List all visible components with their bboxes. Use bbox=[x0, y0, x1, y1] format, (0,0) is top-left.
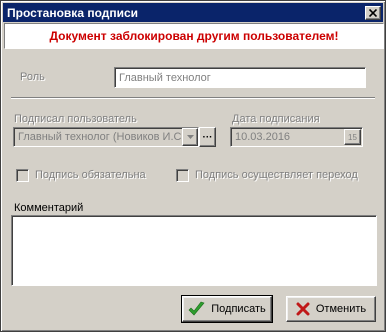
title-bar[interactable]: Простановка подписи bbox=[3, 3, 383, 22]
separator bbox=[11, 97, 375, 99]
signer-value: Главный технолог (Новиков И.С.) bbox=[18, 131, 189, 143]
signer-select[interactable]: Главный технолог (Новиков И.С.) bbox=[13, 127, 199, 147]
cancel-button[interactable]: Отменить bbox=[286, 296, 376, 322]
role-label: Роль bbox=[20, 71, 45, 83]
close-icon bbox=[369, 8, 377, 17]
signer-label: Подписал пользователь bbox=[14, 113, 137, 125]
signer-dropdown-button[interactable] bbox=[182, 128, 198, 146]
signer-browse-button[interactable]: ··· bbox=[199, 127, 216, 147]
sign-date-label: Дата подписания bbox=[232, 113, 320, 125]
comment-label: Комментарий bbox=[14, 202, 84, 214]
signature-required-checkbox[interactable] bbox=[16, 169, 29, 182]
ellipsis-icon: ··· bbox=[202, 131, 213, 143]
chevron-down-icon bbox=[186, 135, 194, 139]
close-button[interactable] bbox=[365, 5, 381, 20]
signature-transition-label: Подпись осуществляет переход bbox=[195, 169, 358, 181]
sign-date-value: 10.03.2016 bbox=[235, 131, 291, 143]
sign-button[interactable]: Подписать bbox=[181, 295, 273, 323]
lock-warning-text: Документ заблокирован другим пользовател… bbox=[49, 29, 339, 43]
checkmark-icon bbox=[188, 301, 205, 316]
role-value: Главный технолог bbox=[119, 71, 211, 84]
lock-warning-banner: Документ заблокирован другим пользовател… bbox=[4, 23, 384, 49]
role-field[interactable]: Главный технолог bbox=[114, 67, 366, 88]
signature-dialog: Простановка подписи Документ заблокирова… bbox=[0, 0, 386, 332]
signature-required-label: Подпись обязательна bbox=[35, 169, 146, 181]
comment-textarea[interactable] bbox=[11, 215, 377, 286]
cross-icon bbox=[296, 302, 310, 316]
calendar-icon: 15 bbox=[348, 132, 357, 142]
sign-button-label: Подписать bbox=[211, 303, 266, 315]
dialog-title: Простановка подписи bbox=[7, 5, 139, 20]
calendar-button[interactable]: 15 bbox=[344, 129, 361, 145]
signature-transition-checkbox[interactable] bbox=[176, 169, 189, 182]
cancel-button-label: Отменить bbox=[315, 303, 367, 315]
